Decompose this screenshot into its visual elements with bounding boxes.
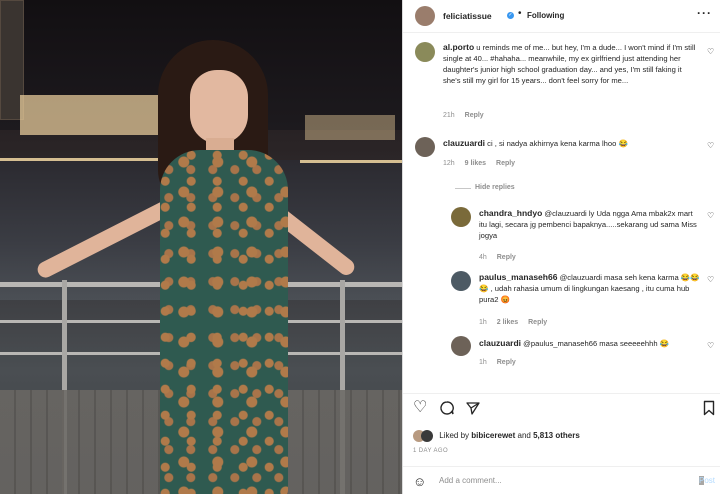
reply-username[interactable]: chandra_hndyo — [479, 208, 542, 218]
author-username[interactable]: feliciatissue — [443, 11, 492, 21]
comment-meta: 12h 9 likes Reply — [443, 160, 515, 167]
shoreline-lights — [0, 158, 165, 161]
liker-avatar — [421, 430, 433, 442]
reply-meta: 4h Reply — [479, 254, 516, 261]
author-avatar[interactable] — [415, 6, 435, 26]
comment-text: u reminds me of me... but hey, I'm a dud… — [443, 43, 696, 85]
reply-time: 1h — [479, 359, 487, 366]
likes-summary: Liked by bibicerewet and 5,813 others — [413, 430, 580, 442]
bookmark-icon[interactable] — [703, 400, 715, 416]
instagram-post-view: feliciatissue ✓ • Following ··· al.porto… — [0, 0, 720, 494]
reply-time: 1h — [479, 319, 487, 326]
post-photo[interactable] — [0, 0, 402, 494]
comment-text: ci , si nadya akhirnya kena karma lhoo 😂 — [487, 139, 628, 148]
likes-prefix: Liked by — [439, 431, 470, 441]
reply-avatar[interactable] — [451, 271, 471, 291]
commenter-avatar[interactable] — [415, 42, 435, 62]
separator-dot: • — [518, 8, 522, 19]
following-button[interactable]: Following — [527, 11, 564, 20]
comment-username[interactable]: al.porto — [443, 42, 474, 52]
like-comment-heart-icon[interactable]: ♡ — [707, 142, 715, 150]
comment-meta: 21h Reply — [443, 112, 484, 119]
comment-time: 12h — [443, 160, 455, 167]
post-header: feliciatissue ✓ • Following ··· — [403, 0, 720, 33]
reply-button[interactable]: Reply — [528, 319, 547, 326]
share-icon[interactable] — [465, 400, 481, 416]
comment-body: clauzuardi ci , si nadya akhirnya kena k… — [443, 138, 701, 149]
woman-figure — [34, 40, 358, 494]
emoji-icon[interactable]: ☺ — [413, 474, 426, 489]
comment-body: al.porto u reminds me of me... but hey, … — [443, 42, 701, 86]
reply-button[interactable]: Reply — [465, 112, 484, 119]
hide-replies-button[interactable]: Hide replies — [475, 184, 515, 191]
reply-button[interactable]: Reply — [496, 160, 515, 167]
reply-time: 4h — [479, 254, 487, 261]
comment-input[interactable]: Add a comment... — [439, 476, 502, 485]
like-reply-heart-icon[interactable]: ♡ — [707, 212, 715, 220]
likes-count[interactable]: 5,813 others — [533, 431, 580, 440]
reply-username[interactable]: paulus_manaseh66 — [479, 272, 557, 282]
reply-username[interactable]: clauzuardi — [479, 338, 521, 348]
reply-meta: 1h Reply — [479, 359, 516, 366]
reply-button[interactable]: Reply — [497, 359, 516, 366]
reply-meta: 1h 2 likes Reply — [479, 319, 547, 326]
post-sidebar: feliciatissue ✓ • Following ··· al.porto… — [402, 0, 720, 494]
reply-body: clauzuardi @paulus_manaseh66 masa seeeee… — [479, 338, 701, 349]
verified-badge-icon: ✓ — [507, 12, 514, 19]
liker-username[interactable]: bibicerewet — [471, 431, 515, 440]
post-timestamp[interactable]: 1 DAY AGO — [413, 448, 448, 454]
post-actions-bar: ♡ — [403, 393, 720, 424]
reply-body: paulus_manaseh66 @clauzuardi masa seh ke… — [479, 272, 701, 305]
comment-likes[interactable]: 9 likes — [465, 160, 486, 167]
like-reply-heart-icon[interactable]: ♡ — [707, 276, 715, 284]
lit-building — [20, 95, 170, 135]
more-options-icon[interactable]: ··· — [697, 6, 712, 20]
distant-building — [305, 115, 395, 140]
like-comment-heart-icon[interactable]: ♡ — [707, 48, 715, 56]
comment-username[interactable]: clauzuardi — [443, 138, 485, 148]
reply-likes[interactable]: 2 likes — [497, 319, 518, 326]
reply-body: chandra_hndyo @clauzuardi ly Uda ngga Am… — [479, 208, 701, 241]
add-comment-bar: ☺ Add a comment... Post — [403, 466, 720, 495]
reply-text: @paulus_manaseh66 masa seeeeehhh 😂 — [523, 339, 670, 348]
commenter-avatar[interactable] — [415, 137, 435, 157]
reply-button[interactable]: Reply — [497, 254, 516, 261]
hide-replies-line — [455, 188, 471, 189]
heart-icon[interactable]: ♡ — [413, 400, 427, 416]
reply-avatar[interactable] — [451, 336, 471, 356]
shoreline-lights-right — [300, 160, 402, 163]
likes-and: and — [517, 431, 531, 441]
comment-time: 21h — [443, 112, 455, 119]
reply-avatar[interactable] — [451, 207, 471, 227]
post-comment-button[interactable]: Post — [699, 476, 715, 485]
batik-dress — [160, 150, 288, 494]
face — [190, 70, 248, 144]
comment-icon[interactable] — [439, 400, 455, 416]
like-reply-heart-icon[interactable]: ♡ — [707, 342, 715, 350]
